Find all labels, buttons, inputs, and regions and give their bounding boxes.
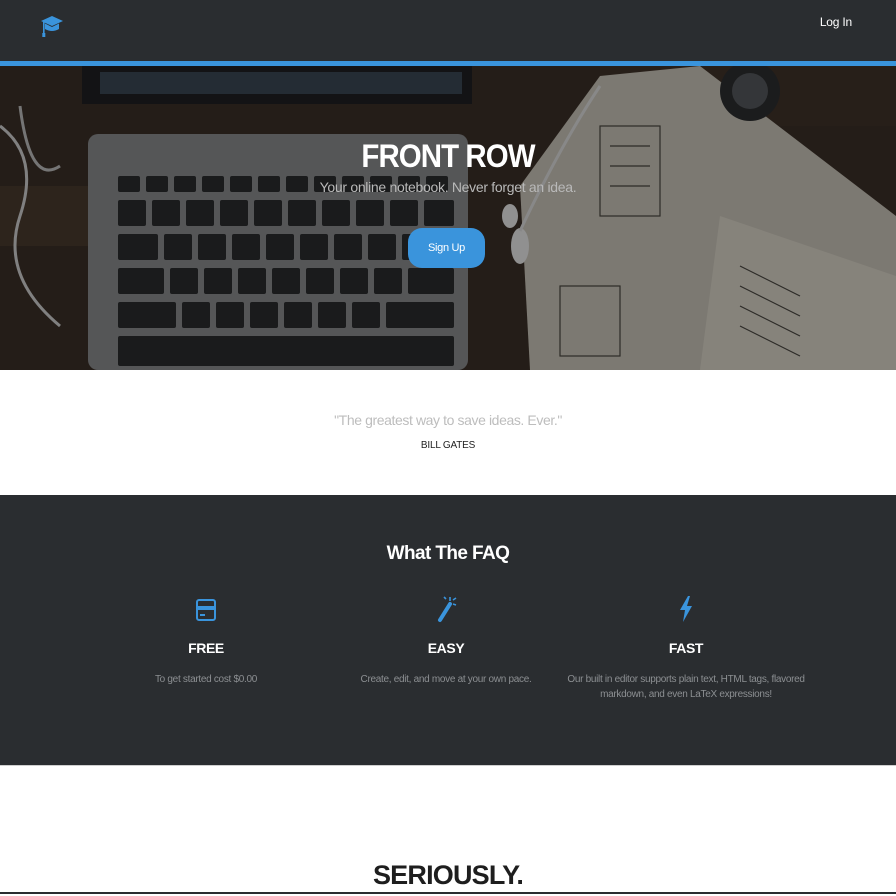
feature-free: FREE To get started cost $0.00 (86, 595, 326, 687)
login-link[interactable]: Log In (820, 15, 852, 29)
feature-title: FREE (188, 640, 224, 656)
feature-title: FAST (668, 640, 704, 656)
signup-button[interactable]: Sign Up (408, 228, 485, 268)
hero-section: FRONT ROW Your online notebook. Never fo… (0, 66, 896, 370)
graduation-cap-icon[interactable] (40, 13, 64, 39)
feature-fast: FAST Our built in editor supports plain … (566, 595, 806, 702)
seriously-heading: SERIOUSLY. (372, 860, 524, 890)
testimonial-quote: "The greatest way to save ideas. Ever." (334, 412, 562, 428)
section-divider (0, 765, 896, 766)
lightning-bolt-icon (680, 596, 692, 622)
magic-wand-icon (438, 596, 457, 622)
top-navbar: Log In (0, 0, 896, 61)
testimonial-section: "The greatest way to save ideas. Ever." … (0, 370, 896, 495)
feature-description: Our built in editor supports plain text,… (567, 674, 805, 700)
feature-easy: EASY Create, edit, and move at your own … (326, 595, 566, 687)
credit-card-icon (196, 599, 216, 621)
feature-title: EASY (427, 640, 465, 656)
feature-description: To get started cost $0.00 (154, 674, 257, 685)
hero-title: FRONT ROW (361, 138, 535, 174)
faq-heading: What The FAQ (386, 543, 510, 564)
bottom-divider (0, 892, 896, 894)
faq-section: What The FAQ FREE To get started cost $0… (0, 495, 896, 765)
hero-background-image (0, 66, 896, 370)
feature-description: Create, edit, and move at your own pace. (360, 674, 532, 685)
testimonial-author: BILL GATES (420, 440, 476, 451)
hero-subtitle: Your online notebook. Never forget an id… (319, 179, 577, 195)
